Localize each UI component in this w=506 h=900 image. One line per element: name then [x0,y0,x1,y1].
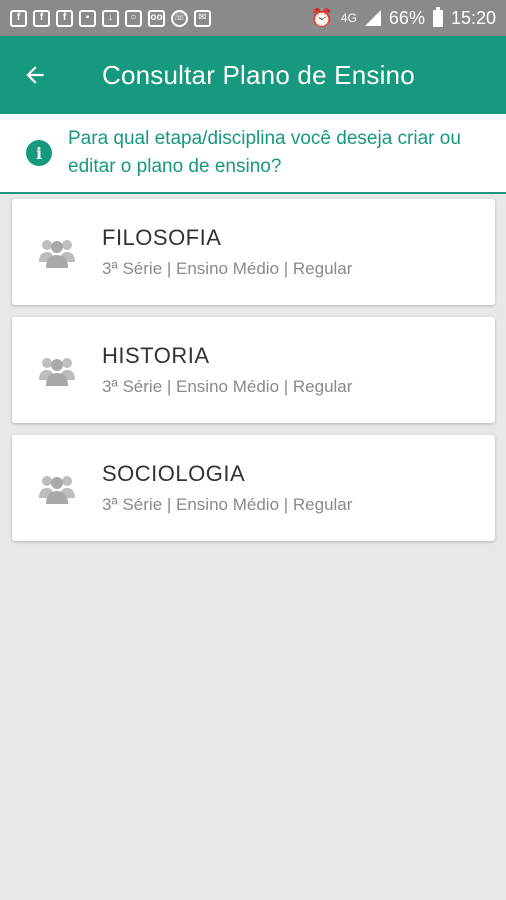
network-type: 4G [340,11,357,25]
battery-icon [432,6,443,27]
facebook-icon: f [10,9,27,27]
signal-icon [364,10,381,26]
subject-name: HISTORIA [102,343,210,368]
app-bar: Consultar Plano de Ensino [0,36,506,114]
subject-name: FILOSOFIA [102,225,222,250]
card-text: HISTORIA 3ª Série | Ensino Médio | Regul… [102,343,352,397]
info-line-1: Para qual etapa/disciplina você deseja c… [68,128,461,149]
group-icon [12,435,102,541]
facebook-icon: f [56,9,73,27]
back-button[interactable] [0,36,70,114]
info-icon: i [26,140,52,166]
info-message: Para qual etapa/disciplina você deseja c… [68,125,461,181]
subject-details: 3ª Série | Ensino Médio | Regular [102,495,353,514]
battery-percent: 66% [388,7,425,28]
card-text: SOCIOLOGIA 3ª Série | Ensino Médio | Reg… [102,461,352,515]
subject-card-sociologia[interactable]: SOCIOLOGIA 3ª Série | Ensino Médio | Reg… [12,435,495,541]
status-bar: f f f ▪ ↓ ○ oo ☏ ✉ ⏰ 4G 66% 15:20 [0,0,506,36]
image-icon: ▪ [79,9,96,27]
subject-name: SOCIOLOGIA [102,461,246,486]
group-icon [12,199,102,305]
alarm-icon: ⏰ [310,7,333,28]
info-banner: i Para qual etapa/disciplina você deseja… [0,114,506,194]
card-text: FILOSOFIA 3ª Série | Ensino Médio | Regu… [102,225,352,279]
clock: 15:20 [450,7,496,28]
subject-details: 3ª Série | Ensino Médio | Regular [102,377,353,396]
system-status: ⏰ 4G 66% 15:20 [310,6,496,29]
info-line-2: editar o plano de ensino? [68,156,282,177]
subject-card-historia[interactable]: HISTORIA 3ª Série | Ensino Médio | Regul… [12,317,495,423]
facebook-icon: f [33,9,50,27]
instagram-icon: ○ [125,9,142,27]
voicemail-icon: oo [148,9,165,27]
arrow-left-icon [26,66,44,84]
group-icon [12,317,102,423]
subject-details: 3ª Série | Ensino Médio | Regular [102,259,353,278]
whatsapp-icon: ☏ [171,9,188,27]
mail-icon: ✉ [194,9,211,27]
subject-card-filosofia[interactable]: FILOSOFIA 3ª Série | Ensino Médio | Regu… [12,199,495,305]
notification-icons: f f f ▪ ↓ ○ oo ☏ ✉ [10,9,211,27]
page-title: Consultar Plano de Ensino [102,59,415,90]
download-icon: ↓ [102,9,119,27]
